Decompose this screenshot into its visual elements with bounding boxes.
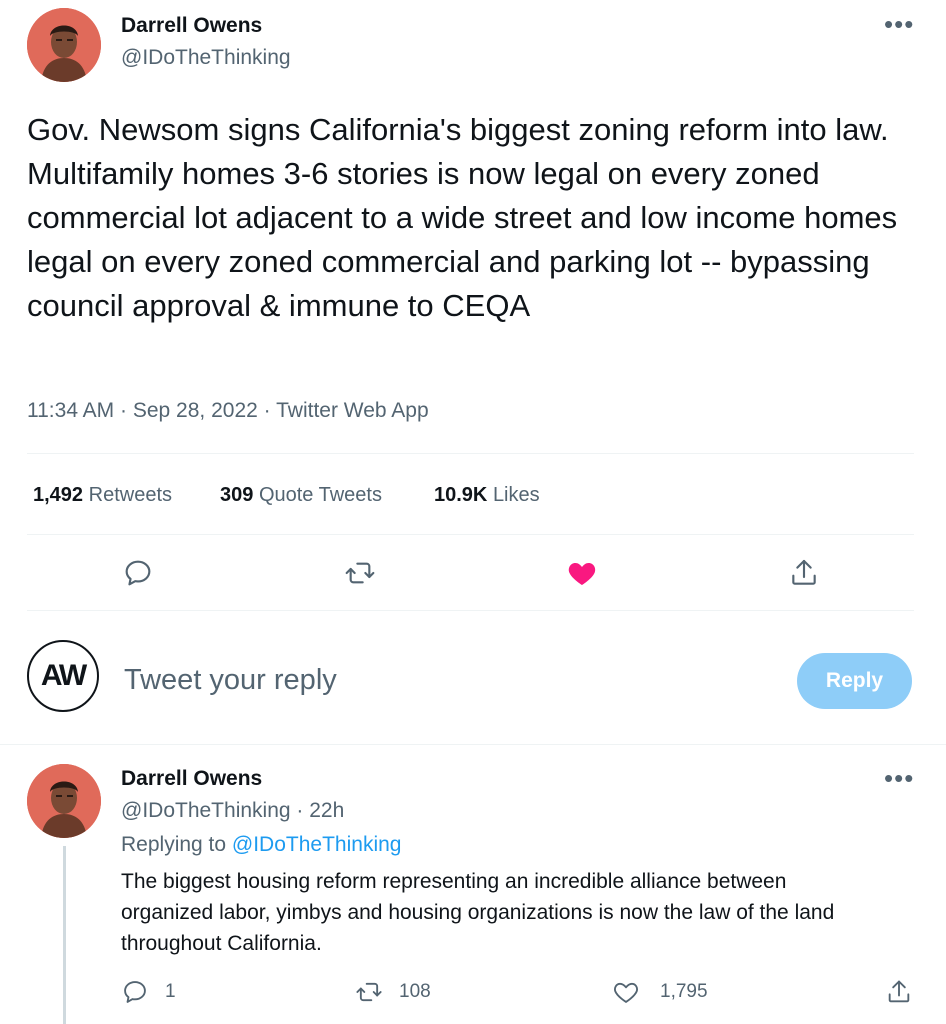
- replying-to-prefix: Replying to: [121, 833, 227, 856]
- reply-icon[interactable]: [118, 553, 158, 593]
- author-name[interactable]: Darrell Owens: [121, 14, 262, 38]
- reply-author-handle[interactable]: @IDoTheThinking: [121, 799, 291, 822]
- author-avatar[interactable]: [27, 8, 101, 82]
- divider: [0, 744, 946, 745]
- replying-to: Replying to @IDoTheThinking: [121, 833, 401, 857]
- meta-separator: ·: [263, 399, 271, 422]
- reply-input[interactable]: Tweet your reply: [124, 664, 337, 697]
- tweet-meta: 11:34 AM · Sep 28, 2022 · Twitter Web Ap…: [27, 399, 429, 423]
- reply-author-meta: @IDoTheThinking · 22h: [121, 799, 344, 823]
- likes-count: 10.9K: [434, 484, 488, 506]
- reply-age[interactable]: 22h: [309, 799, 344, 822]
- divider: [27, 534, 914, 535]
- reply-tweet-text: The biggest housing reform representing …: [121, 870, 835, 955]
- thread-line: [63, 846, 66, 1024]
- reply-button[interactable]: Reply: [797, 653, 912, 709]
- current-user-avatar[interactable]: AW: [27, 640, 99, 712]
- more-options-icon[interactable]: •••: [884, 11, 914, 37]
- reply-retweet-action[interactable]: 108: [355, 978, 431, 1006]
- reply-count: 1: [165, 981, 176, 1002]
- tweet-text: Gov. Newsom signs California's biggest z…: [27, 112, 898, 323]
- quotes-label: Quote Tweets: [258, 484, 382, 506]
- divider: [27, 610, 914, 611]
- like-count: 1,795: [660, 981, 708, 1002]
- share-icon[interactable]: [885, 978, 913, 1011]
- reply-icon: [124, 981, 146, 1003]
- avatar-logo-text: AW: [40, 659, 87, 692]
- replying-to-link[interactable]: @IDoTheThinking: [232, 833, 402, 856]
- author-handle[interactable]: @IDoTheThinking: [121, 46, 291, 70]
- retweet-count: 108: [399, 981, 431, 1002]
- retweets-label: Retweets: [88, 484, 172, 506]
- meta-separator: ·: [296, 799, 304, 822]
- likes-label: Likes: [492, 484, 540, 506]
- more-options-icon[interactable]: •••: [884, 765, 914, 791]
- share-icon[interactable]: [784, 553, 824, 593]
- reply-author-avatar[interactable]: [27, 764, 101, 838]
- reply-like-action[interactable]: 1,795: [612, 978, 708, 1006]
- divider: [27, 453, 914, 454]
- retweets-count: 1,492: [33, 484, 84, 506]
- retweet-icon[interactable]: [340, 553, 380, 593]
- reply-reply-action[interactable]: 1: [121, 978, 176, 1006]
- tweet-time[interactable]: 11:34 AM: [27, 399, 114, 422]
- quotes-count: 309: [220, 484, 254, 506]
- heart-filled-icon[interactable]: [562, 553, 602, 593]
- meta-separator: ·: [120, 399, 128, 422]
- reply-author-name[interactable]: Darrell Owens: [121, 767, 262, 791]
- retweet-icon: [356, 982, 382, 1002]
- quote-tweets-stat[interactable]: 309 Quote Tweets: [220, 484, 382, 507]
- retweets-stat[interactable]: 1,492 Retweets: [33, 484, 172, 507]
- tweet-source[interactable]: Twitter Web App: [276, 399, 429, 422]
- heart-icon: [614, 982, 638, 1003]
- likes-stat[interactable]: 10.9K Likes: [434, 484, 540, 507]
- tweet-date[interactable]: Sep 28, 2022: [133, 399, 258, 422]
